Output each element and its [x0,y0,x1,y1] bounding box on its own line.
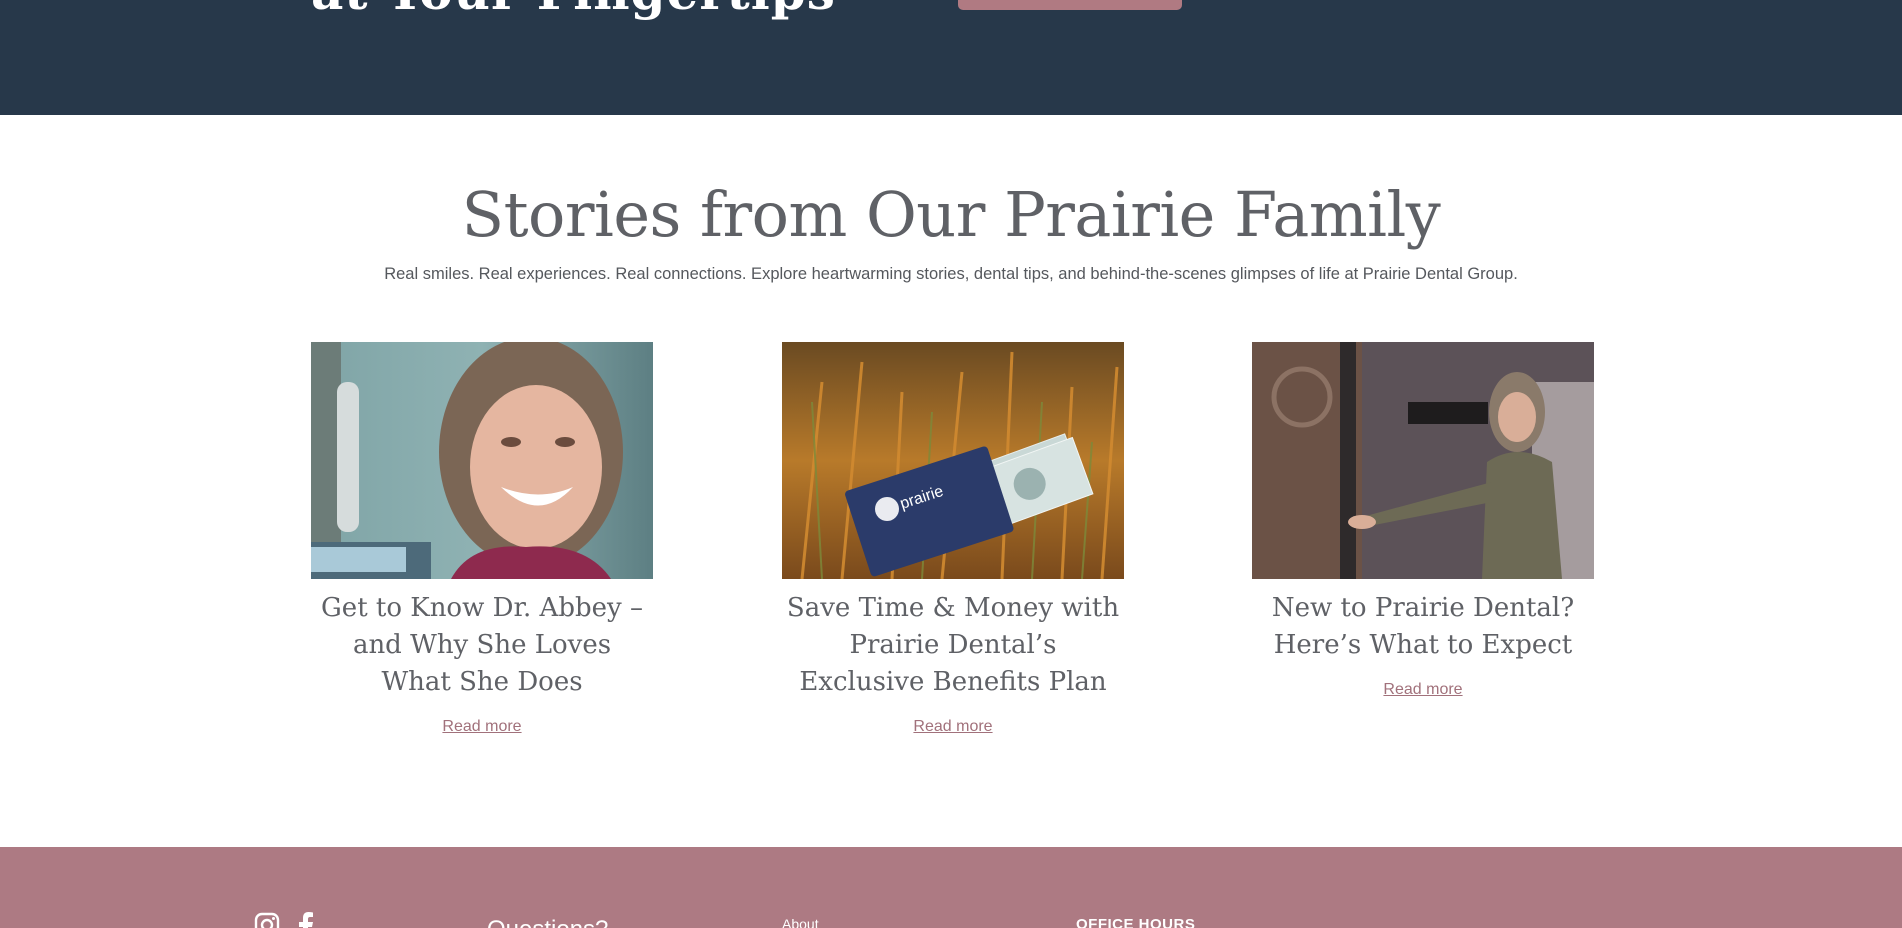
story-card: New to Prairie Dental? Here’s What to Ex… [1252,342,1594,699]
footer: Questions? About OFFICE HOURS [0,847,1902,928]
footer-office-hours-heading: OFFICE HOURS [1076,916,1196,928]
section-subtitle: Real smiles. Real experiences. Real conn… [384,265,1518,283]
hero-title: at Your Fingertips [311,0,836,21]
story-image-dr-abbey[interactable] [311,342,653,579]
facebook-icon[interactable] [298,912,314,928]
footer-link-about[interactable]: About [782,916,819,928]
instagram-icon[interactable] [254,912,280,928]
story-image-what-to-expect[interactable] [1252,342,1594,579]
story-image-benefits-plan[interactable]: prairie [782,342,1124,579]
story-title[interactable]: Get to Know Dr. Abbey – and Why She Love… [311,590,653,701]
hero-cta-button[interactable] [958,0,1182,10]
hero-banner: at Your Fingertips [0,0,1902,115]
social-links [254,912,314,928]
read-more-link[interactable]: Read more [913,718,992,736]
read-more-link[interactable]: Read more [442,718,521,736]
section-title: Stories from Our Prairie Family [461,178,1441,251]
story-title[interactable]: Save Time & Money with Prairie Dental’s … [782,590,1124,701]
read-more-link[interactable]: Read more [1383,681,1462,699]
story-card: prairie Save Time & Money with Prairie D… [782,342,1124,736]
footer-questions-heading: Questions? [487,916,608,928]
story-card: Get to Know Dr. Abbey – and Why She Love… [311,342,653,736]
story-title[interactable]: New to Prairie Dental? Here’s What to Ex… [1252,590,1594,664]
